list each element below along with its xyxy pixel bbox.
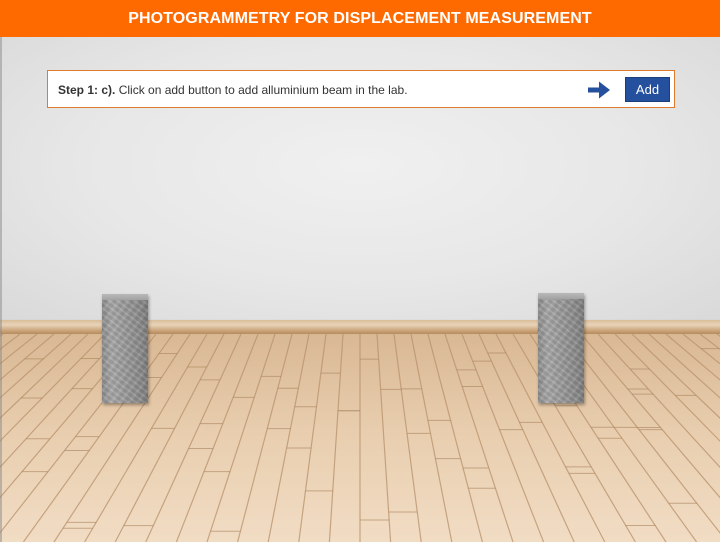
page-title: PHOTOGRAMMETRY FOR DISPLACEMENT MEASUREM… — [0, 0, 720, 37]
arrow-right-icon — [588, 81, 610, 99]
step-label: Step 1: c). — [58, 83, 116, 97]
photogrammetry-lab-app: PHOTOGRAMMETRY FOR DISPLACEMENT MEASUREM… — [0, 0, 720, 542]
lab-scene — [0, 37, 720, 542]
frame-border — [0, 37, 2, 542]
instruction-message: Click on add button to add alluminium be… — [115, 83, 408, 97]
support-pillar-left — [102, 294, 148, 403]
support-pillar-right — [538, 293, 584, 403]
instruction-panel: Step 1: c). Click on add button to add a… — [47, 70, 675, 108]
add-button[interactable]: Add — [625, 77, 670, 102]
instruction-text: Step 1: c). Click on add button to add a… — [58, 71, 408, 109]
